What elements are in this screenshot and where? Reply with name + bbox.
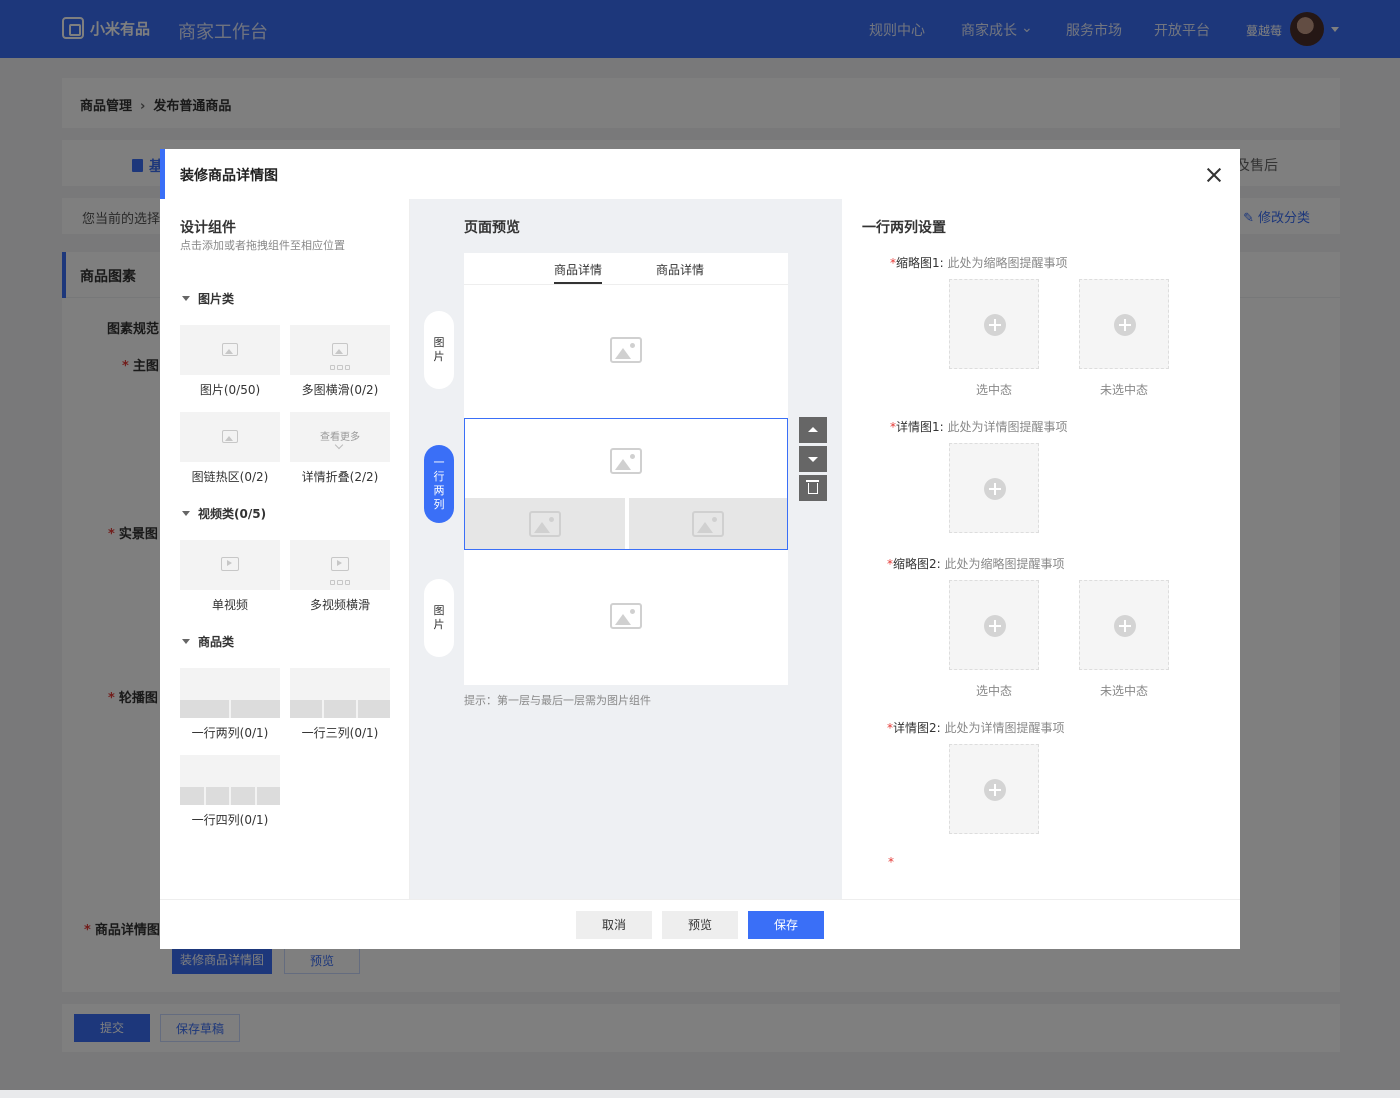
decorate-detail-modal: 装修商品详情图 设计组件 点击添加或者拖拽组件至相应位置 图片类 图片(0/50… (160, 149, 1240, 949)
component-row-4[interactable]: 一行四列(0/1) (180, 755, 280, 828)
thumb2-unselected-upload[interactable] (1079, 580, 1169, 670)
image-placeholder-icon (610, 603, 642, 629)
plus-icon (984, 615, 1006, 637)
carousel-dots-icon (330, 365, 350, 370)
arrow-up-icon (808, 427, 818, 432)
carousel-dots-icon (330, 580, 350, 585)
thumb1-unselected-caption: 未选中态 (1099, 383, 1148, 397)
thumb1-unselected-upload[interactable] (1079, 279, 1169, 369)
image-placeholder-icon (692, 511, 724, 537)
arrow-down-icon (808, 457, 818, 462)
active-tab-underline (554, 282, 602, 284)
component-fold[interactable]: 查看更多 详情折叠(2/2) (290, 412, 390, 485)
four-column-icon (180, 787, 280, 805)
move-up-button[interactable] (799, 417, 827, 443)
component-row-3[interactable]: 一行三列(0/1) (290, 668, 390, 741)
components-subtitle: 点击添加或者拖拽组件至相应位置 (180, 239, 345, 252)
modal-footer: 取消 预览 保存 (160, 899, 1240, 949)
horizontal-scrollbar[interactable] (0, 1090, 1400, 1098)
preview-tabs: 商品详情 商品详情 (464, 253, 788, 285)
layer-tag-image-bottom[interactable]: 图片 (424, 579, 454, 657)
detail1-label: *详情图1: 此处为详情图提醒事项 (890, 420, 1068, 434)
detail1-upload[interactable] (949, 443, 1039, 533)
trash-icon (806, 480, 819, 494)
image-placeholder-icon (610, 448, 642, 474)
preview-block-row-2-selected[interactable] (464, 418, 788, 550)
modal-accent-bar (160, 149, 165, 199)
plus-icon (984, 314, 1006, 336)
layer-tag-image-top[interactable]: 图片 (424, 311, 454, 389)
thumb2-selected-caption: 选中态 (975, 684, 1012, 698)
group-video[interactable]: 视频类(0/5) (182, 505, 266, 522)
group-image[interactable]: 图片类 (182, 290, 234, 307)
preview-tab-1[interactable]: 商品详情 (554, 261, 602, 278)
image-placeholder-icon (610, 337, 642, 363)
close-icon[interactable] (1204, 165, 1224, 185)
fold-thumb-text: 查看更多 (320, 432, 360, 443)
row-2-cell-right[interactable] (629, 498, 787, 549)
image-icon (222, 343, 238, 356)
thumb2-label: *缩略图2: 此处为缩略图提醒事项 (887, 557, 1065, 571)
move-down-button[interactable] (799, 446, 827, 472)
detail2-label: *详情图2: 此处为详情图提醒事项 (887, 721, 1065, 735)
settings-title: 一行两列设置 (862, 220, 946, 236)
three-column-icon (290, 700, 390, 718)
video-icon (221, 557, 239, 571)
image-icon (222, 430, 238, 443)
preview-block-image-top[interactable] (464, 285, 788, 417)
delete-button[interactable] (799, 475, 827, 501)
preview-block-image-bottom[interactable] (464, 551, 788, 685)
group-product[interactable]: 商品类 (182, 633, 234, 650)
detail2-upload[interactable] (949, 744, 1039, 834)
component-image[interactable]: 图片(0/50) (180, 325, 280, 398)
preview-hint: 提示：第一层与最后一层需为图片组件 (464, 694, 651, 707)
component-row-2[interactable]: 一行两列(0/1) (180, 668, 280, 741)
layer-tag-row-2[interactable]: 一行两列 (424, 445, 454, 523)
plus-icon (984, 779, 1006, 801)
video-icon (331, 557, 349, 571)
row-2-cell-left[interactable] (465, 498, 625, 549)
thumb1-selected-upload[interactable] (949, 279, 1039, 369)
thumb1-label: *缩略图1: 此处为缩略图提醒事项 (890, 256, 1068, 270)
preview-title: 页面预览 (464, 220, 520, 236)
cancel-button[interactable]: 取消 (576, 911, 652, 939)
preview-button[interactable]: 预览 (662, 911, 738, 939)
plus-icon (1114, 314, 1136, 336)
phone-preview: 商品详情 商品详情 (464, 253, 788, 685)
component-multi-image[interactable]: 多图横滑(0/2) (290, 325, 390, 398)
save-button[interactable]: 保存 (748, 911, 824, 939)
modal-title: 装修商品详情图 (180, 168, 278, 184)
required-mark: * (888, 855, 894, 869)
components-title: 设计组件 (180, 220, 236, 236)
plus-icon (984, 478, 1006, 500)
component-multi-video[interactable]: 多视频横滑 (290, 540, 390, 613)
component-single-video[interactable]: 单视频 (180, 540, 280, 613)
row-2-settings-panel: 一行两列设置 *缩略图1: 此处为缩略图提醒事项 选中态 未选中态 *详情图1:… (842, 199, 1240, 899)
thumb2-selected-upload[interactable] (949, 580, 1039, 670)
preview-tab-2[interactable]: 商品详情 (656, 261, 704, 278)
image-placeholder-icon (529, 511, 561, 537)
image-icon (332, 343, 348, 356)
design-components-panel: 设计组件 点击添加或者拖拽组件至相应位置 图片类 图片(0/50) 多图横滑(0… (160, 199, 410, 899)
two-column-icon (180, 700, 280, 718)
thumb2-unselected-caption: 未选中态 (1099, 684, 1148, 698)
thumb1-selected-caption: 选中态 (975, 383, 1012, 397)
plus-icon (1114, 615, 1136, 637)
component-hotspot[interactable]: 图链热区(0/2) (180, 412, 280, 485)
page-preview-panel: 页面预览 图片 一行两列 图片 商品详情 商品详情 提示：第一层与最后一层需为图… (410, 199, 842, 899)
